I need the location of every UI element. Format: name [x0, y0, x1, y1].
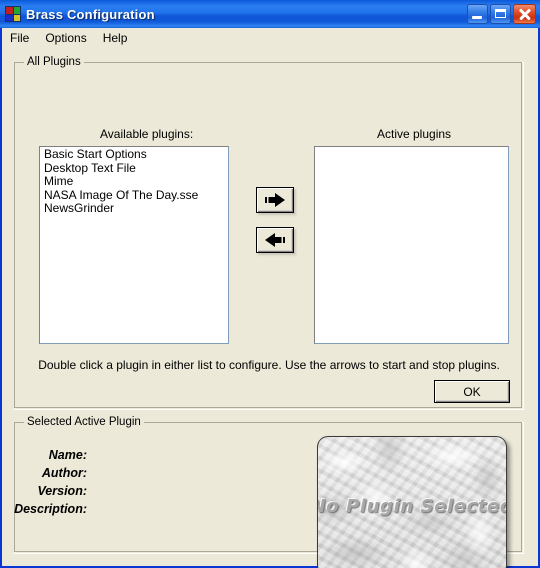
available-plugins-label: Available plugins:: [100, 127, 194, 141]
move-left-button[interactable]: [256, 227, 294, 253]
menu-bar: File Options Help: [2, 28, 538, 48]
window-controls: [467, 4, 536, 24]
menu-item-options[interactable]: Options: [37, 29, 94, 48]
close-button[interactable]: [513, 4, 536, 24]
plugin-author-label: Author:: [41, 466, 87, 480]
client-area: All Plugins Available plugins: Active pl…: [2, 48, 538, 568]
list-item[interactable]: Mime: [42, 174, 228, 189]
maximize-button[interactable]: [490, 4, 511, 24]
plugin-preview-panel: No Plugin Selected: [317, 436, 507, 568]
plugin-name-label: Name:: [48, 448, 87, 462]
list-item[interactable]: NASA Image Of The Day.sse: [42, 188, 228, 203]
available-plugins-listbox[interactable]: Basic Start Options Desktop Text File Mi…: [39, 146, 229, 344]
menu-item-file[interactable]: File: [2, 29, 37, 48]
selected-plugin-group-title: Selected Active Plugin: [24, 416, 144, 428]
arrow-left-icon: [265, 233, 285, 247]
minimize-button[interactable]: [467, 4, 488, 24]
active-plugins-label: Active plugins: [377, 127, 452, 141]
window-title: Brass Configuration: [26, 6, 155, 22]
ok-button[interactable]: OK: [434, 380, 510, 403]
preview-placeholder-text: No Plugin Selected: [317, 495, 507, 517]
plugin-version-label: Version:: [37, 484, 87, 498]
brass-configuration-window: Brass Configuration File Options Help Al…: [0, 0, 540, 568]
list-item[interactable]: Desktop Text File: [42, 161, 228, 176]
move-right-button[interactable]: [256, 187, 294, 213]
menu-item-help[interactable]: Help: [95, 29, 136, 48]
active-plugins-listbox[interactable]: [314, 146, 509, 344]
instruction-hint: Double click a plugin in either list to …: [38, 358, 500, 372]
app-grid-icon: [5, 6, 21, 22]
all-plugins-group-title: All Plugins: [24, 56, 84, 68]
list-item[interactable]: NewsGrinder: [42, 201, 228, 216]
plugin-description-label: Description:: [14, 502, 87, 516]
title-bar: Brass Configuration: [0, 0, 540, 29]
arrow-right-icon: [265, 193, 285, 207]
list-item[interactable]: Basic Start Options: [42, 147, 228, 162]
